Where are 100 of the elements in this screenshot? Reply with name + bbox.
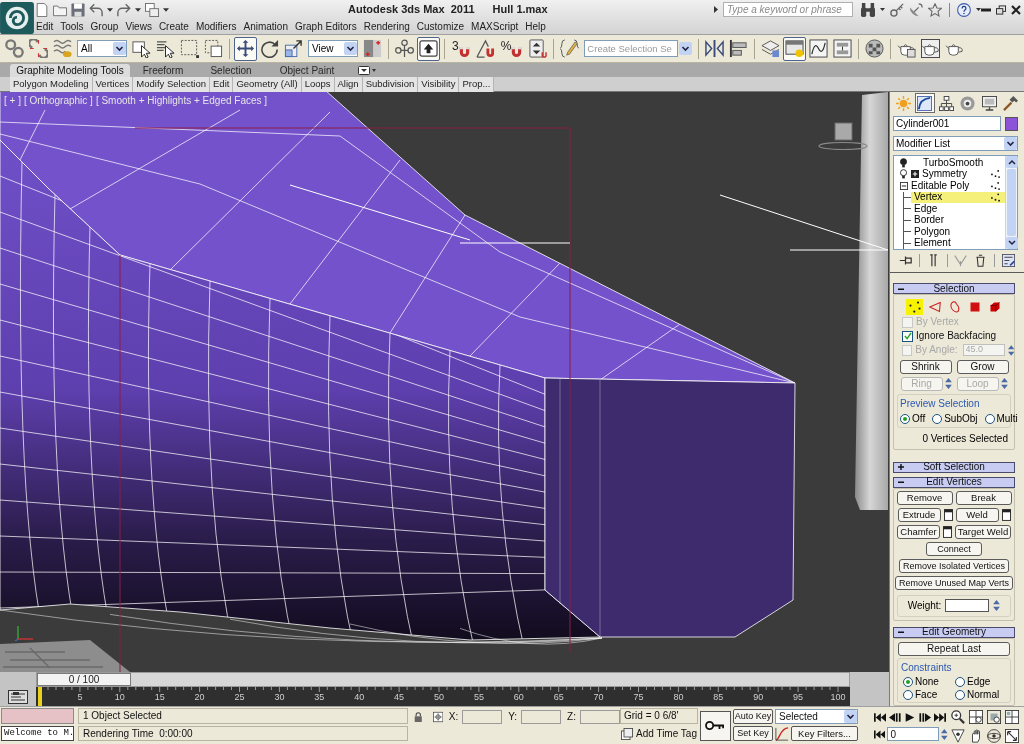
caret-icon[interactable] [135, 7, 141, 12]
material-editor-button[interactable] [863, 36, 887, 61]
settings-window-icon[interactable] [943, 509, 953, 521]
angle-snap-button[interactable] [473, 36, 497, 61]
selection-set-field[interactable]: Create Selection Se [584, 40, 679, 57]
coordinate-field[interactable] [521, 710, 562, 724]
orbit-icon[interactable] [987, 729, 1001, 743]
rollout-header[interactable]: Selection [893, 283, 1015, 294]
command-button[interactable]: Shrink [899, 359, 952, 374]
script-input-field[interactable] [1, 708, 74, 724]
radio-button[interactable] [932, 413, 943, 424]
command-button[interactable]: Weld [955, 508, 999, 522]
lightbulb-icon[interactable] [900, 169, 907, 180]
current-frame-marker[interactable] [38, 687, 42, 706]
menu-item[interactable]: Create [158, 21, 189, 32]
menu-item[interactable]: Edit [36, 21, 54, 32]
radio-button[interactable] [900, 413, 910, 424]
time-slider-track[interactable]: 0 / 100 [36, 672, 850, 687]
frame-window-button[interactable] [919, 36, 943, 61]
viewcube-icon[interactable] [818, 122, 868, 150]
list-edit-icon[interactable] [1001, 254, 1015, 267]
binoculars-icon[interactable] [861, 2, 875, 17]
snap-button[interactable]: 3 [449, 36, 473, 61]
menu-item[interactable]: MAXScript [471, 21, 519, 32]
set-key-button[interactable]: Set Key [733, 726, 773, 741]
ribbon-panel-button[interactable]: Visibility [418, 76, 460, 92]
maximize-icon[interactable] [1005, 729, 1019, 743]
stack-item[interactable]: TurboSmooth [923, 157, 1005, 168]
next-frame-icon[interactable] [919, 712, 931, 722]
spinner-arrows-icon[interactable] [993, 600, 1001, 611]
vertex-level-button[interactable] [906, 298, 923, 315]
stack-item[interactable]: Vertex [911, 191, 991, 203]
command-panel-tab[interactable] [914, 93, 935, 113]
padlock-icon[interactable] [414, 711, 423, 723]
ribbon-panel-button[interactable]: Geometry (All) [233, 76, 302, 92]
object-name-field[interactable]: Cylinder001 [893, 116, 1001, 131]
modifier-list-dropdown[interactable]: Modifier List [893, 136, 1018, 151]
command-button[interactable]: Remove Isolated Vertices [898, 559, 1010, 573]
skip-end-icon[interactable] [934, 712, 946, 722]
stack-item[interactable]: Edge [911, 203, 1005, 215]
ribbon-tab[interactable]: Selection [196, 64, 266, 77]
play-icon[interactable] [904, 712, 916, 722]
scrollbar-thumb[interactable] [1007, 169, 1016, 236]
caret-icon[interactable] [880, 8, 885, 12]
minus-box-icon[interactable] [900, 181, 908, 190]
ribbon-panel-button[interactable]: Subdivision [362, 76, 419, 92]
settings-window-icon[interactable] [1001, 509, 1011, 521]
menu-item[interactable]: Modifiers [195, 21, 237, 32]
help-icon[interactable] [957, 2, 971, 17]
command-button[interactable]: Chamfer [897, 525, 940, 539]
radio-button[interactable] [955, 677, 965, 687]
move-button[interactable] [234, 36, 257, 61]
radio-button[interactable] [984, 413, 995, 424]
menu-item[interactable]: Group [90, 21, 119, 32]
ribbon-panel-button[interactable]: Polygon Modeling [10, 76, 93, 92]
scroll-down-icon[interactable] [1006, 237, 1018, 249]
skip-start-icon[interactable] [874, 712, 886, 722]
shading-mode-label[interactable]: [ Smooth + Highlights + Edged Faces ] [95, 95, 268, 107]
ribbon-tab[interactable]: Object Paint [266, 64, 348, 77]
graphite-button[interactable] [783, 36, 807, 61]
previous-frame-icon[interactable] [889, 712, 901, 722]
ribbon-panel-button[interactable]: Vertices [92, 76, 134, 92]
weight-field[interactable] [945, 599, 990, 612]
key-mode-dropdown[interactable]: Selected [775, 709, 858, 724]
command-panel-tab[interactable] [1000, 93, 1021, 113]
command-panel-tab[interactable] [957, 93, 978, 113]
menu-item[interactable]: Rendering [363, 21, 410, 32]
link-button[interactable] [3, 36, 26, 61]
rollout-header[interactable]: Edit Vertices [893, 476, 1015, 488]
coordinate-field[interactable] [580, 710, 620, 724]
ribbon-panel-button[interactable]: Prop... [459, 76, 495, 92]
scrollbar[interactable] [1005, 156, 1017, 249]
command-panel-tab[interactable] [936, 93, 957, 113]
ribbon-panel-button[interactable]: Modify Selection [133, 76, 211, 92]
time-tag-button[interactable]: Add Time Tag [620, 726, 698, 741]
lightbulb-icon[interactable] [900, 157, 907, 168]
command-panel-tab[interactable] [979, 93, 1000, 113]
timeline-ruler[interactable]: 5 10 15 20 25 30 35 40 45 50 55 60 65 70 75 80 85 90 95 100 [36, 687, 850, 706]
time-slider-thumb[interactable]: 0 / 100 [37, 673, 131, 686]
point-of-view-label[interactable]: [ Orthographic ] [23, 95, 93, 107]
menu-item[interactable]: Customize [416, 21, 465, 32]
selection-filter-dropdown[interactable]: All [77, 40, 127, 57]
percent-snap-button[interactable]: % [497, 36, 526, 61]
checkbox[interactable] [902, 330, 913, 342]
app-logo-icon[interactable] [0, 1, 34, 34]
radio-button[interactable] [903, 690, 913, 700]
menu-item[interactable]: Help [525, 21, 546, 32]
auto-key-button[interactable]: Auto Key [733, 709, 773, 724]
scroll-up-icon[interactable] [1006, 156, 1018, 168]
satellite-dish-icon[interactable] [909, 2, 923, 17]
menu-item[interactable]: Animation [243, 21, 288, 32]
viewport[interactable]: [ + ] [ Orthographic ] [ Smooth + Highlights + Edged Faces ] [0, 92, 889, 672]
spinner-snap-button[interactable] [526, 36, 550, 61]
crosshair-box-icon[interactable] [432, 711, 443, 723]
caret-icon[interactable] [714, 6, 718, 14]
hand-icon[interactable] [969, 729, 983, 743]
radio-button[interactable] [955, 690, 965, 700]
ribbon-panel-button[interactable]: Align [334, 76, 363, 92]
spinner-arrows-icon[interactable] [941, 728, 948, 740]
grid-magnifier-icon[interactable] [969, 710, 983, 724]
